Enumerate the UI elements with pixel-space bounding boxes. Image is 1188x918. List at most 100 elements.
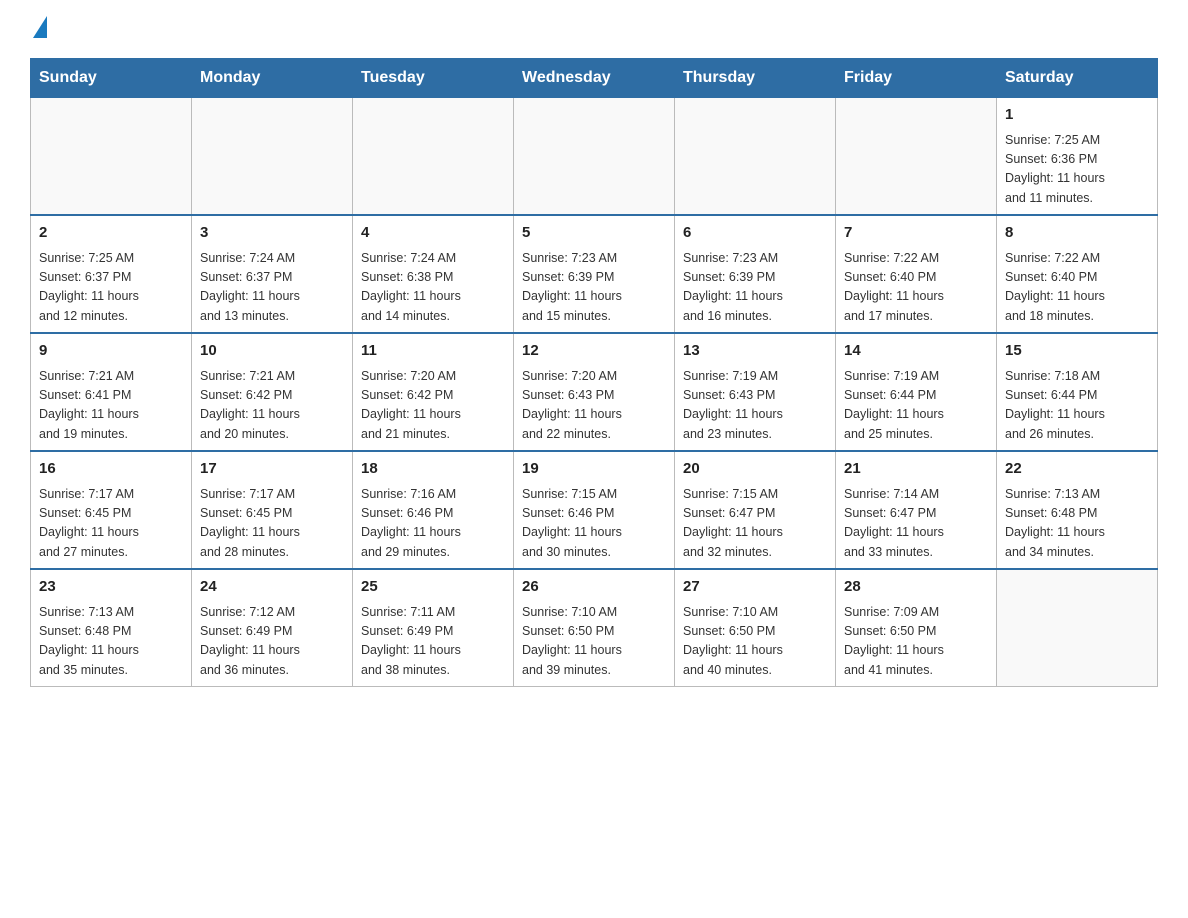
weekday-header-row: SundayMondayTuesdayWednesdayThursdayFrid… bbox=[31, 59, 1158, 98]
calendar-day-cell: 16 Sunrise: 7:17 AM Sunset: 6:45 PM Dayli… bbox=[31, 451, 192, 569]
weekday-header-sunday: Sunday bbox=[31, 59, 192, 98]
calendar-day-cell: 18 Sunrise: 7:16 AM Sunset: 6:46 PM Dayli… bbox=[353, 451, 514, 569]
day-number: 23 bbox=[39, 576, 183, 599]
logo-triangle-icon bbox=[33, 16, 47, 38]
day-info: Sunrise: 7:17 AM Sunset: 6:45 PM Dayligh… bbox=[200, 485, 344, 563]
day-number: 4 bbox=[361, 222, 505, 245]
calendar-day-cell: 7 Sunrise: 7:22 AM Sunset: 6:40 PM Daylig… bbox=[836, 215, 997, 333]
day-number: 16 bbox=[39, 458, 183, 481]
calendar-day-cell: 9 Sunrise: 7:21 AM Sunset: 6:41 PM Daylig… bbox=[31, 333, 192, 451]
weekday-header-wednesday: Wednesday bbox=[514, 59, 675, 98]
calendar-day-cell: 27 Sunrise: 7:10 AM Sunset: 6:50 PM Dayli… bbox=[675, 569, 836, 687]
calendar-day-cell: 15Sunrise: 7:18 AM Sunset: 6:44 PM Dayli… bbox=[997, 333, 1158, 451]
calendar-week-row: 16 Sunrise: 7:17 AM Sunset: 6:45 PM Dayli… bbox=[31, 451, 1158, 569]
day-number: 9 bbox=[39, 340, 183, 363]
calendar-day-cell: 14 Sunrise: 7:19 AM Sunset: 6:44 PM Dayli… bbox=[836, 333, 997, 451]
weekday-header-thursday: Thursday bbox=[675, 59, 836, 98]
calendar-day-cell: 8 Sunrise: 7:22 AM Sunset: 6:40 PM Daylig… bbox=[997, 215, 1158, 333]
calendar-day-cell bbox=[997, 569, 1158, 687]
calendar-day-cell: 1Sunrise: 7:25 AM Sunset: 6:36 PM Daylig… bbox=[997, 98, 1158, 216]
weekday-header-tuesday: Tuesday bbox=[353, 59, 514, 98]
day-info: Sunrise: 7:10 AM Sunset: 6:50 PM Dayligh… bbox=[522, 603, 666, 681]
weekday-header-monday: Monday bbox=[192, 59, 353, 98]
day-number: 24 bbox=[200, 576, 344, 599]
calendar-week-row: 2 Sunrise: 7:25 AM Sunset: 6:37 PM Daylig… bbox=[31, 215, 1158, 333]
day-info: Sunrise: 7:22 AM Sunset: 6:40 PM Dayligh… bbox=[844, 249, 988, 327]
calendar-day-cell: 24 Sunrise: 7:12 AM Sunset: 6:49 PM Dayli… bbox=[192, 569, 353, 687]
day-number: 6 bbox=[683, 222, 827, 245]
day-info: Sunrise: 7:13 AM Sunset: 6:48 PM Dayligh… bbox=[39, 603, 183, 681]
calendar-day-cell: 3 Sunrise: 7:24 AM Sunset: 6:37 PM Daylig… bbox=[192, 215, 353, 333]
calendar-table: SundayMondayTuesdayWednesdayThursdayFrid… bbox=[30, 58, 1158, 687]
day-info: Sunrise: 7:15 AM Sunset: 6:46 PM Dayligh… bbox=[522, 485, 666, 563]
calendar-day-cell: 2 Sunrise: 7:25 AM Sunset: 6:37 PM Daylig… bbox=[31, 215, 192, 333]
calendar-day-cell: 6 Sunrise: 7:23 AM Sunset: 6:39 PM Daylig… bbox=[675, 215, 836, 333]
calendar-day-cell: 19 Sunrise: 7:15 AM Sunset: 6:46 PM Dayli… bbox=[514, 451, 675, 569]
day-info: Sunrise: 7:19 AM Sunset: 6:44 PM Dayligh… bbox=[844, 367, 988, 445]
day-number: 8 bbox=[1005, 222, 1149, 245]
day-number: 7 bbox=[844, 222, 988, 245]
calendar-day-cell: 26 Sunrise: 7:10 AM Sunset: 6:50 PM Dayli… bbox=[514, 569, 675, 687]
day-info: Sunrise: 7:21 AM Sunset: 6:41 PM Dayligh… bbox=[39, 367, 183, 445]
day-info: Sunrise: 7:17 AM Sunset: 6:45 PM Dayligh… bbox=[39, 485, 183, 563]
calendar-day-cell: 28 Sunrise: 7:09 AM Sunset: 6:50 PM Dayli… bbox=[836, 569, 997, 687]
day-info: Sunrise: 7:20 AM Sunset: 6:43 PM Dayligh… bbox=[522, 367, 666, 445]
day-info: Sunrise: 7:13 AM Sunset: 6:48 PM Dayligh… bbox=[1005, 485, 1149, 563]
day-number: 18 bbox=[361, 458, 505, 481]
day-info: Sunrise: 7:10 AM Sunset: 6:50 PM Dayligh… bbox=[683, 603, 827, 681]
calendar-day-cell bbox=[31, 98, 192, 216]
day-number: 19 bbox=[522, 458, 666, 481]
page-header bbox=[30, 20, 1158, 38]
calendar-day-cell bbox=[836, 98, 997, 216]
calendar-day-cell: 11 Sunrise: 7:20 AM Sunset: 6:42 PM Dayli… bbox=[353, 333, 514, 451]
day-info: Sunrise: 7:25 AM Sunset: 6:37 PM Dayligh… bbox=[39, 249, 183, 327]
calendar-day-cell: 23 Sunrise: 7:13 AM Sunset: 6:48 PM Dayli… bbox=[31, 569, 192, 687]
calendar-week-row: 9 Sunrise: 7:21 AM Sunset: 6:41 PM Daylig… bbox=[31, 333, 1158, 451]
calendar-week-row: 1Sunrise: 7:25 AM Sunset: 6:36 PM Daylig… bbox=[31, 98, 1158, 216]
weekday-header-friday: Friday bbox=[836, 59, 997, 98]
day-number: 26 bbox=[522, 576, 666, 599]
calendar-day-cell: 5 Sunrise: 7:23 AM Sunset: 6:39 PM Daylig… bbox=[514, 215, 675, 333]
calendar-day-cell: 20 Sunrise: 7:15 AM Sunset: 6:47 PM Dayli… bbox=[675, 451, 836, 569]
day-info: Sunrise: 7:14 AM Sunset: 6:47 PM Dayligh… bbox=[844, 485, 988, 563]
day-info: Sunrise: 7:23 AM Sunset: 6:39 PM Dayligh… bbox=[522, 249, 666, 327]
calendar-day-cell bbox=[675, 98, 836, 216]
calendar-day-cell: 10 Sunrise: 7:21 AM Sunset: 6:42 PM Dayli… bbox=[192, 333, 353, 451]
day-number: 20 bbox=[683, 458, 827, 481]
day-info: Sunrise: 7:19 AM Sunset: 6:43 PM Dayligh… bbox=[683, 367, 827, 445]
calendar-day-cell: 21 Sunrise: 7:14 AM Sunset: 6:47 PM Dayli… bbox=[836, 451, 997, 569]
day-info: Sunrise: 7:12 AM Sunset: 6:49 PM Dayligh… bbox=[200, 603, 344, 681]
day-info: Sunrise: 7:09 AM Sunset: 6:50 PM Dayligh… bbox=[844, 603, 988, 681]
day-number: 11 bbox=[361, 340, 505, 363]
calendar-day-cell bbox=[192, 98, 353, 216]
calendar-day-cell: 25Sunrise: 7:11 AM Sunset: 6:49 PM Dayli… bbox=[353, 569, 514, 687]
day-info: Sunrise: 7:24 AM Sunset: 6:38 PM Dayligh… bbox=[361, 249, 505, 327]
day-number: 21 bbox=[844, 458, 988, 481]
day-number: 14 bbox=[844, 340, 988, 363]
day-info: Sunrise: 7:22 AM Sunset: 6:40 PM Dayligh… bbox=[1005, 249, 1149, 327]
day-number: 5 bbox=[522, 222, 666, 245]
day-info: Sunrise: 7:20 AM Sunset: 6:42 PM Dayligh… bbox=[361, 367, 505, 445]
day-info: Sunrise: 7:16 AM Sunset: 6:46 PM Dayligh… bbox=[361, 485, 505, 563]
day-number: 3 bbox=[200, 222, 344, 245]
day-info: Sunrise: 7:24 AM Sunset: 6:37 PM Dayligh… bbox=[200, 249, 344, 327]
calendar-day-cell: 22 Sunrise: 7:13 AM Sunset: 6:48 PM Dayli… bbox=[997, 451, 1158, 569]
day-info: Sunrise: 7:23 AM Sunset: 6:39 PM Dayligh… bbox=[683, 249, 827, 327]
day-info: Sunrise: 7:15 AM Sunset: 6:47 PM Dayligh… bbox=[683, 485, 827, 563]
day-number: 10 bbox=[200, 340, 344, 363]
day-number: 27 bbox=[683, 576, 827, 599]
day-number: 12 bbox=[522, 340, 666, 363]
day-number: 2 bbox=[39, 222, 183, 245]
day-info: Sunrise: 7:25 AM Sunset: 6:36 PM Dayligh… bbox=[1005, 131, 1149, 209]
calendar-day-cell: 17Sunrise: 7:17 AM Sunset: 6:45 PM Dayli… bbox=[192, 451, 353, 569]
calendar-day-cell: 13 Sunrise: 7:19 AM Sunset: 6:43 PM Dayli… bbox=[675, 333, 836, 451]
day-info: Sunrise: 7:18 AM Sunset: 6:44 PM Dayligh… bbox=[1005, 367, 1149, 445]
calendar-day-cell bbox=[353, 98, 514, 216]
day-number: 22 bbox=[1005, 458, 1149, 481]
calendar-day-cell: 4 Sunrise: 7:24 AM Sunset: 6:38 PM Daylig… bbox=[353, 215, 514, 333]
day-number: 13 bbox=[683, 340, 827, 363]
day-number: 25 bbox=[361, 576, 505, 599]
day-number: 28 bbox=[844, 576, 988, 599]
day-info: Sunrise: 7:21 AM Sunset: 6:42 PM Dayligh… bbox=[200, 367, 344, 445]
calendar-week-row: 23 Sunrise: 7:13 AM Sunset: 6:48 PM Dayli… bbox=[31, 569, 1158, 687]
